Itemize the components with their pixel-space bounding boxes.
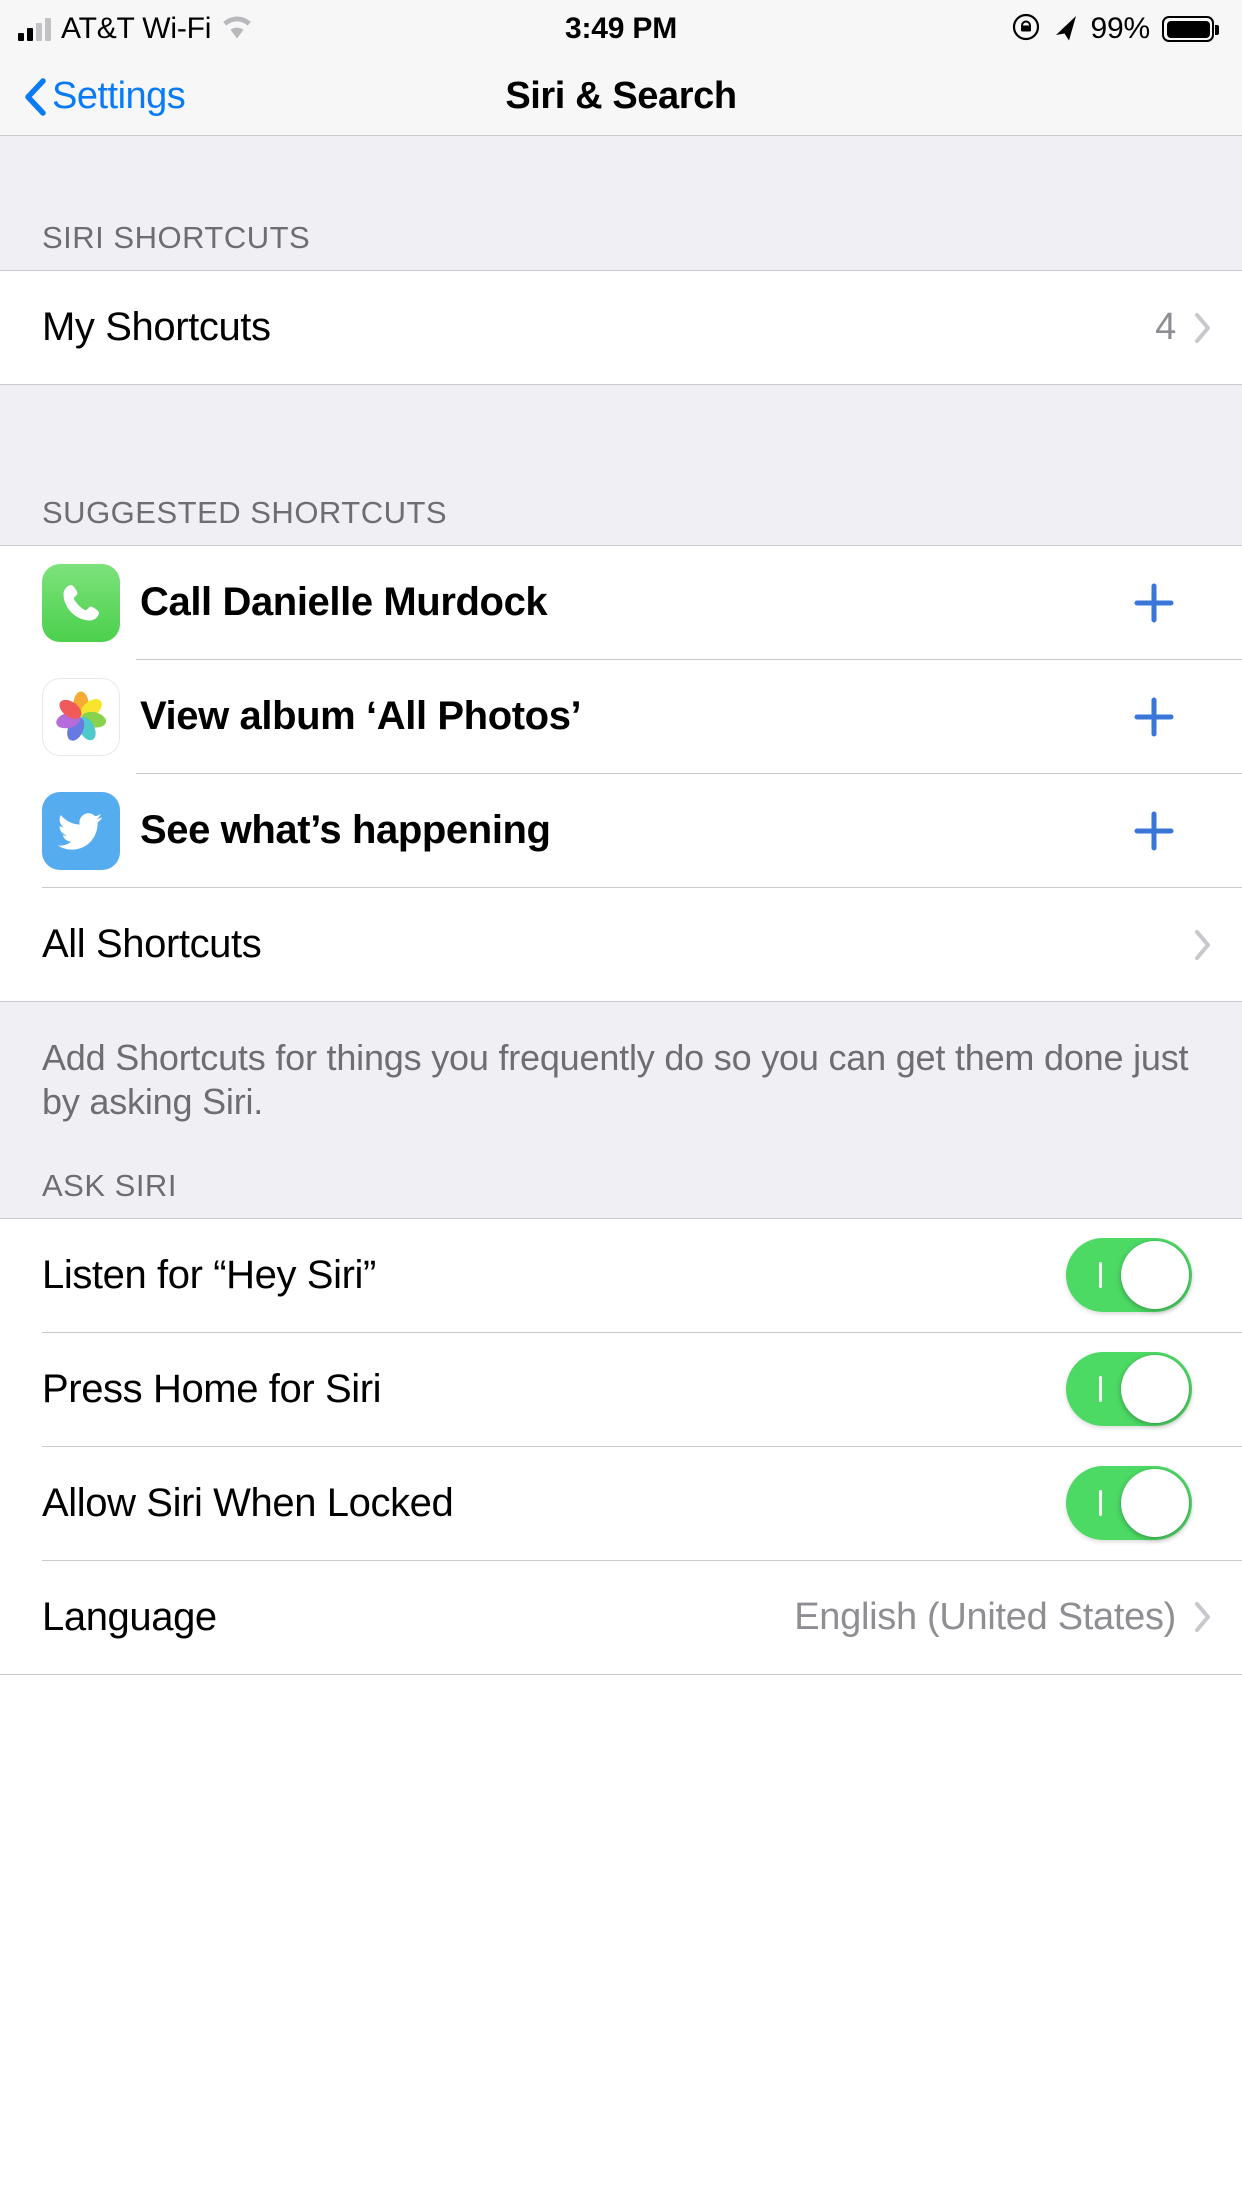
section-header-suggested-shortcuts: SUGGESTED SHORTCUTS xyxy=(0,385,1242,545)
plus-icon[interactable] xyxy=(1124,687,1184,747)
page-title: Siri & Search xyxy=(505,75,737,117)
toggle-knob xyxy=(1121,1241,1189,1310)
group-ask-siri: Listen for “Hey Siri” Press Home for Sir… xyxy=(0,1217,1242,1675)
row-suggested-shortcut[interactable]: View album ‘All Photos’ xyxy=(0,660,1242,773)
row-allow-siri-when-locked-label: Allow Siri When Locked xyxy=(42,1480,454,1525)
row-language-label: Language xyxy=(42,1594,217,1639)
phone-app-icon xyxy=(42,563,120,642)
toggle-on-marker xyxy=(1099,1262,1102,1289)
status-bar-right: 99% xyxy=(1011,12,1219,47)
row-suggested-shortcut[interactable]: See what’s happening xyxy=(0,774,1242,887)
section-header-siri-shortcuts: SIRI SHORTCUTS xyxy=(0,136,1242,270)
back-button[interactable]: Settings xyxy=(0,75,186,118)
row-allow-siri-when-locked[interactable]: Allow Siri When Locked xyxy=(0,1446,1242,1560)
twitter-app-icon xyxy=(42,791,120,870)
settings-list: SIRI SHORTCUTS My Shortcuts 4 SUGGESTED … xyxy=(0,136,1242,1675)
battery-icon xyxy=(1162,16,1219,42)
row-my-shortcuts-label: My Shortcuts xyxy=(42,305,271,349)
row-press-home-for-siri-label: Press Home for Siri xyxy=(42,1366,382,1411)
row-suggested-shortcut-label: Call Danielle Murdock xyxy=(140,580,548,624)
carrier-label: AT&T Wi-Fi xyxy=(61,12,212,45)
row-listen-for-hey-siri[interactable]: Listen for “Hey Siri” xyxy=(0,1218,1242,1332)
row-language-value: English (United States) xyxy=(794,1595,1176,1638)
battery-percent-label: 99% xyxy=(1090,12,1151,45)
group-suggested-shortcuts: Call Danielle Murdock View album ‘All Ph… xyxy=(0,545,1242,1002)
row-suggested-shortcut-label: View album ‘All Photos’ xyxy=(140,694,582,738)
chevron-right-icon xyxy=(1194,1601,1212,1633)
suggested-shortcuts-footer: Add Shortcuts for things you frequently … xyxy=(0,1002,1242,1132)
toggle-on-marker xyxy=(1099,1490,1102,1517)
photos-app-icon xyxy=(42,677,120,756)
group-siri-shortcuts: My Shortcuts 4 xyxy=(0,270,1242,385)
toggle-knob xyxy=(1121,1469,1189,1538)
rotation-lock-icon xyxy=(1011,12,1041,47)
toggle-knob xyxy=(1121,1355,1189,1424)
row-suggested-shortcut[interactable]: Call Danielle Murdock xyxy=(0,546,1242,659)
toggle-press-home-for-siri[interactable] xyxy=(1066,1352,1192,1427)
toggle-allow-siri-when-locked[interactable] xyxy=(1066,1466,1192,1541)
row-all-shortcuts-label: All Shortcuts xyxy=(42,922,262,966)
plus-icon[interactable] xyxy=(1124,573,1184,633)
cellular-signal-icon xyxy=(18,17,51,41)
chevron-right-icon xyxy=(1194,929,1212,961)
location-arrow-icon xyxy=(1053,13,1079,46)
toggle-on-marker xyxy=(1099,1376,1102,1403)
row-listen-for-hey-siri-label: Listen for “Hey Siri” xyxy=(42,1252,376,1297)
chevron-right-icon xyxy=(1194,312,1212,344)
wifi-icon xyxy=(221,14,253,45)
status-bar: AT&T Wi-Fi 3:49 PM 99% xyxy=(0,0,1242,58)
iphone-screen: AT&T Wi-Fi 3:49 PM 99% Settings Siri & S… xyxy=(0,0,1242,2208)
status-bar-left: AT&T Wi-Fi xyxy=(18,12,1011,46)
navigation-bar: Settings Siri & Search xyxy=(0,58,1242,136)
toggle-listen-for-hey-siri[interactable] xyxy=(1066,1238,1192,1313)
row-press-home-for-siri[interactable]: Press Home for Siri xyxy=(0,1332,1242,1446)
section-header-ask-siri: ASK SIRI xyxy=(0,1131,1242,1218)
chevron-left-icon xyxy=(24,77,46,116)
row-my-shortcuts[interactable]: My Shortcuts 4 xyxy=(0,271,1242,384)
row-suggested-shortcut-label: See what’s happening xyxy=(140,808,551,852)
row-my-shortcuts-count: 4 xyxy=(1155,306,1176,348)
back-button-label: Settings xyxy=(52,75,186,117)
row-all-shortcuts[interactable]: All Shortcuts xyxy=(0,888,1242,1001)
row-language[interactable]: Language English (United States) xyxy=(0,1560,1242,1674)
plus-icon[interactable] xyxy=(1124,801,1184,861)
